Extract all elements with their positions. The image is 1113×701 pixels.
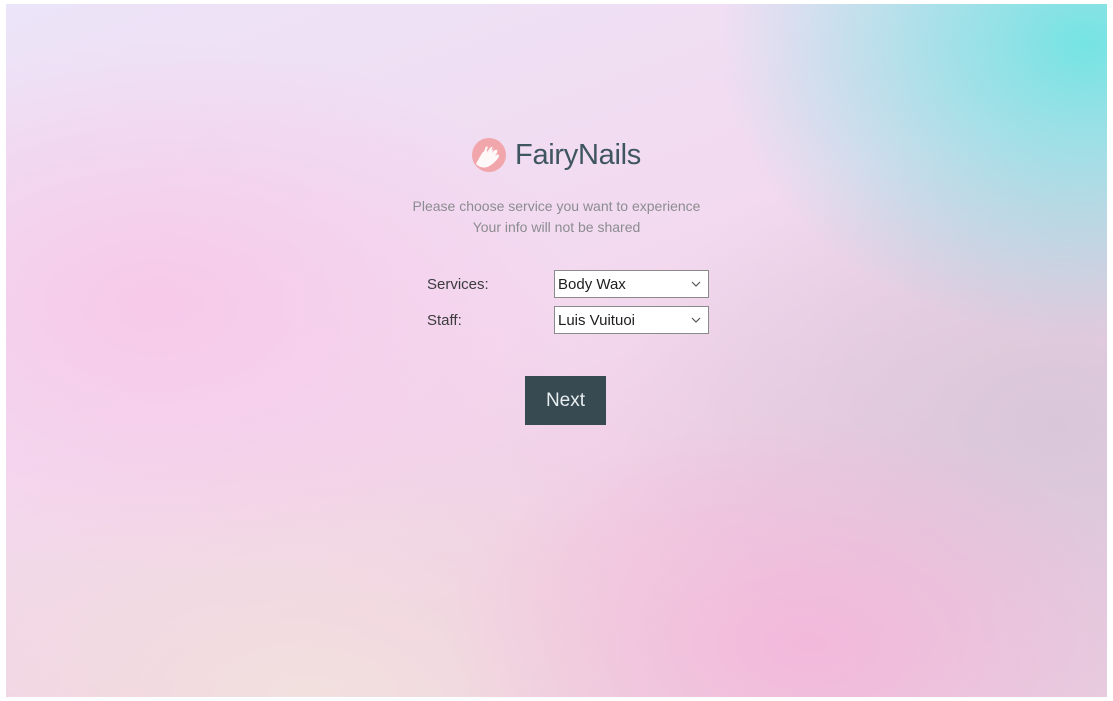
intro-text-line1: Please choose service you want to experi… xyxy=(412,198,701,214)
chevron-down-icon xyxy=(690,314,702,326)
brand-name: FairyNails xyxy=(515,138,641,171)
staff-selected-value: Luis Vuituoi xyxy=(558,311,635,329)
intro-text-line2: Your info will not be shared xyxy=(472,219,641,235)
chevron-down-icon xyxy=(690,278,702,290)
services-label: Services: xyxy=(427,275,489,293)
staff-select[interactable]: Luis Vuituoi xyxy=(554,306,709,334)
staff-label: Staff: xyxy=(427,311,462,329)
booking-panel: FairyNails Please choose service you wan… xyxy=(6,4,1107,697)
services-row: Services: Body Wax xyxy=(427,269,709,299)
services-selected-value: Body Wax xyxy=(558,275,626,293)
next-button[interactable]: Next xyxy=(525,376,606,425)
nail-polish-hand-icon xyxy=(472,138,507,172)
brand-header: FairyNails xyxy=(6,138,1107,172)
app-screen: FairyNails Please choose service you wan… xyxy=(6,4,1107,697)
services-select[interactable]: Body Wax xyxy=(554,270,709,298)
staff-row: Staff: Luis Vuituoi xyxy=(427,305,709,335)
